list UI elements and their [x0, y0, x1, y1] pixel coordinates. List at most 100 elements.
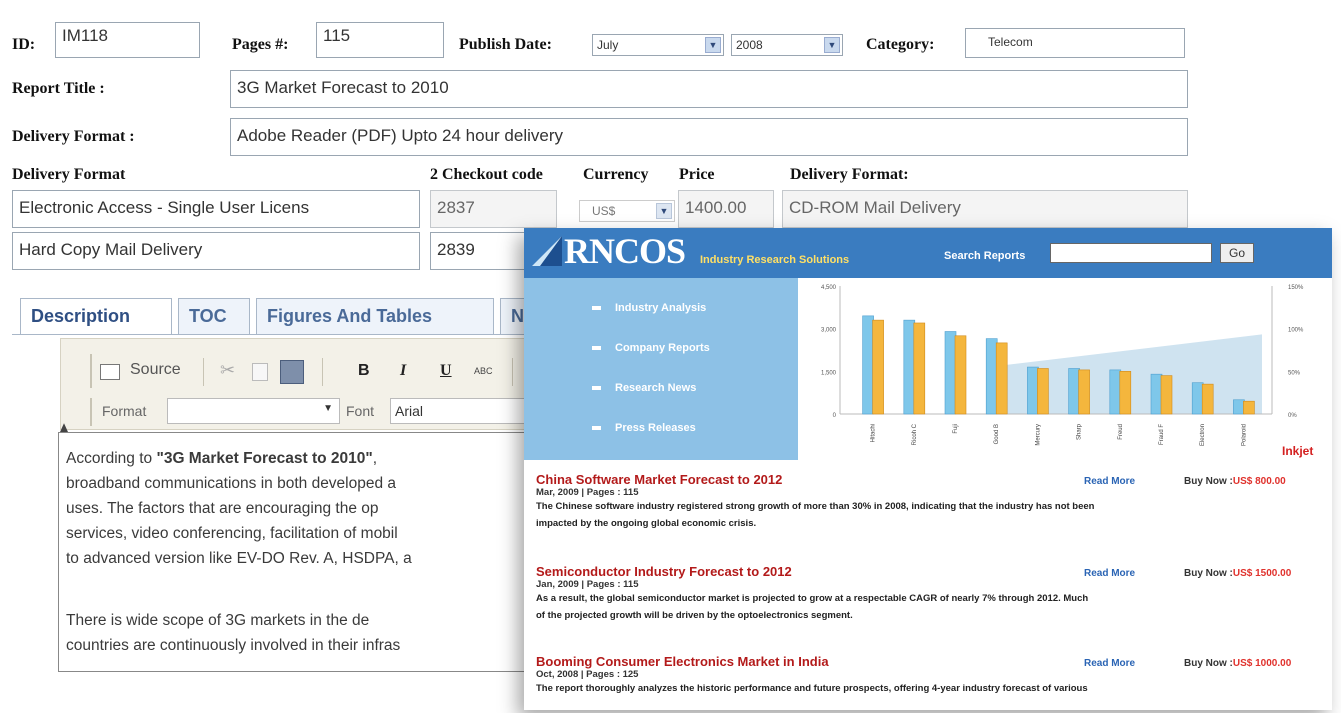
site-nav: Industry Analysis Company Reports Resear…: [524, 278, 798, 460]
editor-line-7: countries are continuously involved in t…: [66, 637, 401, 654]
col-delivery-format: Delivery Format: [12, 166, 126, 183]
chart-bar: [995, 342, 1008, 415]
tab-toc[interactable]: TOC: [178, 298, 250, 334]
report-title-label: Report Title :: [12, 80, 105, 97]
editor-line-4: services, video conferencing, facilitati…: [66, 525, 398, 542]
chart-bar: [985, 338, 998, 415]
chart-bar: [1160, 375, 1173, 415]
article-body-line: of the projected growth will be driven b…: [536, 610, 853, 621]
copy-icon[interactable]: [252, 363, 268, 381]
delivery-format-field[interactable]: Adobe Reader (PDF) Upto 24 hour delivery: [230, 118, 1188, 156]
toolbar-grip: [90, 354, 92, 388]
underline-button[interactable]: U: [440, 362, 452, 380]
category-field[interactable]: Telecom: [965, 28, 1185, 58]
tab-divider: [12, 334, 532, 335]
nav-industry-analysis[interactable]: Industry Analysis: [592, 302, 706, 314]
article-body-line: The Chinese software industry registered…: [536, 501, 1095, 512]
y-tick-right: 0%: [1288, 413, 1297, 419]
id-field[interactable]: IM118: [55, 22, 200, 58]
paste-icon[interactable]: [280, 360, 304, 384]
chart-bar: [1068, 368, 1080, 415]
publish-year-select[interactable]: 2008 ▼: [731, 34, 843, 56]
strikethrough-button[interactable]: ABC: [474, 366, 493, 376]
article-meta: Mar, 2009 | Pages : 115: [536, 487, 639, 498]
buy-now-link[interactable]: Buy Now :US$ 800.00: [1184, 476, 1286, 487]
chart-svg: 4,500 3,000 1,500 0 150% 100% 50% 0% Hitachi Rico…: [821, 285, 1304, 446]
editor-line-5: to advanced version like EV-DO Rev. A, H…: [66, 550, 412, 567]
chart-bar: [1233, 399, 1245, 415]
site-header: RNCOS Industry Research Solutions Search…: [524, 228, 1332, 278]
chart-bar: [954, 335, 967, 415]
article-body-line: As a result, the global semiconductor ma…: [536, 593, 1089, 604]
publish-year-value: 2008: [736, 38, 763, 52]
row1-code-field[interactable]: 2837: [430, 190, 557, 228]
editor-line-1: According to "3G Market Forecast to 2010…: [66, 450, 378, 467]
chevron-down-icon: ▼: [323, 403, 333, 414]
read-more-link[interactable]: Read More: [1084, 658, 1135, 669]
x-tick-label: Ricoh C: [912, 423, 918, 445]
chart-edge-label: Inkjet: [1282, 444, 1314, 458]
format-select[interactable]: ▼: [167, 398, 340, 424]
nav-company-reports[interactable]: Company Reports: [592, 342, 710, 354]
chart-bar: [1201, 383, 1214, 415]
chart-bar: [1191, 382, 1204, 415]
y-tick-right: 100%: [1288, 328, 1304, 334]
x-tick-label: Electron: [1200, 424, 1206, 446]
publish-month-value: July: [597, 38, 619, 52]
read-more-link[interactable]: Read More: [1084, 568, 1135, 579]
cut-icon[interactable]: ✂: [220, 360, 235, 381]
buy-now-link[interactable]: Buy Now :US$ 1500.00: [1184, 568, 1291, 579]
row1-format2-field[interactable]: CD-ROM Mail Delivery: [782, 190, 1188, 228]
tab-description[interactable]: Description: [20, 298, 172, 334]
nav-research-news[interactable]: Research News: [592, 382, 696, 394]
y-tick-left: 4,500: [821, 285, 837, 291]
source-icon: [100, 364, 120, 380]
col-price: Price: [679, 166, 715, 183]
publish-month-select[interactable]: July ▼: [592, 34, 724, 56]
bold-button[interactable]: B: [358, 362, 370, 380]
buy-now-link[interactable]: Buy Now :US$ 1000.00: [1184, 658, 1291, 669]
editor-line-2: broadband communications in both develop…: [66, 475, 397, 492]
search-label: Search Reports: [944, 250, 1026, 262]
search-input[interactable]: [1050, 243, 1212, 263]
tab-figures-and-tables[interactable]: Figures And Tables: [256, 298, 494, 334]
row1-price-field[interactable]: 1400.00: [678, 190, 774, 228]
toolbar-separator: [512, 358, 513, 386]
chart-bar: [1150, 373, 1163, 415]
col-currency: Currency: [583, 166, 649, 183]
chevron-down-icon: ▼: [656, 203, 672, 219]
pages-field[interactable]: 115: [316, 22, 444, 58]
report-title-field[interactable]: 3G Market Forecast to 2010: [230, 70, 1188, 108]
col-delivery-format-2: Delivery Format:: [790, 166, 909, 183]
chart-bar: [1109, 369, 1122, 415]
y-tick-left: 3,000: [821, 328, 837, 334]
chart-bar: [1037, 368, 1049, 415]
rncos-window: RNCOS Industry Research Solutions Search…: [524, 228, 1332, 710]
brand-name: RNCOS: [564, 231, 686, 271]
col-checkout-code: 2 Checkout code: [430, 166, 543, 183]
read-more-link[interactable]: Read More: [1084, 476, 1135, 487]
format-label: Format: [102, 403, 147, 419]
toolbar-separator: [203, 358, 204, 386]
x-tick-label: Polaroid: [1241, 424, 1247, 446]
go-button[interactable]: Go: [1220, 243, 1254, 263]
nav-press-releases[interactable]: Press Releases: [592, 422, 696, 434]
chart-bar: [944, 331, 957, 415]
x-tick-label: Good B: [994, 424, 1000, 444]
font-select[interactable]: Arial: [390, 398, 530, 424]
row2-format-field[interactable]: Hard Copy Mail Delivery: [12, 232, 420, 270]
category-label: Category:: [866, 36, 935, 53]
source-label: Source: [130, 361, 181, 378]
bar-chart: 4,500 3,000 1,500 0 150% 100% 50% 0% Hitachi Rico…: [798, 278, 1332, 460]
italic-button[interactable]: I: [400, 362, 406, 380]
chart-bar: [862, 315, 874, 415]
y-tick-right: 150%: [1288, 285, 1304, 291]
chevron-down-icon: ▼: [705, 37, 721, 53]
chart-bar: [1119, 371, 1132, 415]
x-tick-label: Fuji: [953, 424, 959, 434]
brand-tagline: Industry Research Solutions: [700, 254, 850, 266]
row1-format-field[interactable]: Electronic Access - Single User Licens: [12, 190, 420, 228]
row1-currency-value: US$: [592, 204, 616, 218]
row1-currency-select[interactable]: US$ ▼: [579, 200, 675, 222]
x-tick-label: Freud: [1118, 424, 1124, 440]
